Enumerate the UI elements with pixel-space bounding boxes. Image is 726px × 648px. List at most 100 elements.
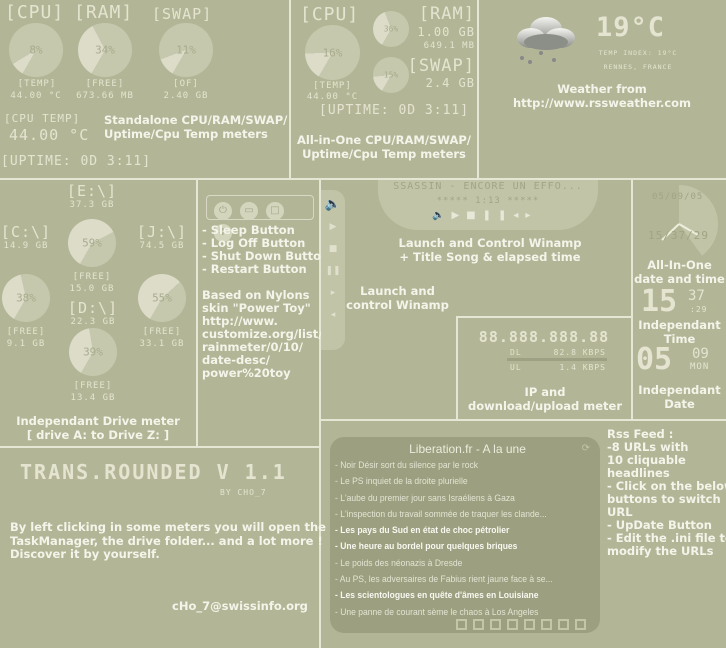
hour: 15 xyxy=(641,284,678,319)
temp-index: TEMP INDEX: 19°C xyxy=(598,49,678,57)
log-off-button[interactable]: ▭ xyxy=(240,202,258,220)
cpu-pie[interactable]: 8% xyxy=(9,23,63,77)
rss-reader: Liberation.fr - A la une ⟳ - Noir Désir … xyxy=(330,437,600,633)
time-readout: 15/37/29 xyxy=(648,229,709,242)
drive-pie[interactable]: 38% xyxy=(2,274,50,322)
free-value: 13.4 GB xyxy=(70,393,116,403)
drive-pie[interactable]: 39% xyxy=(69,328,117,376)
uptime: [UPTIME: 0D 3:11] xyxy=(1,154,152,169)
free-value: 33.1 GB xyxy=(139,339,185,349)
ram-total: 1.00 GB xyxy=(417,25,475,39)
temp-label: [TEMP] xyxy=(313,81,352,91)
clock-caption: All-In-One date and time xyxy=(634,258,725,286)
pause-icon[interactable]: ❚❚ xyxy=(483,210,514,221)
rss-headline[interactable]: - Le PS inquiet de la droite plurielle xyxy=(335,476,574,492)
drives-caption: Independant Drive meter[ drive A: to Dri… xyxy=(16,414,180,442)
volume-icon[interactable]: 🔈 xyxy=(321,194,345,216)
network-graph xyxy=(507,358,607,361)
song-title: SSASSIN - ENCORE UN EFFO... xyxy=(393,181,583,192)
rss-headline[interactable]: - L'inspection du travail sommée de traq… xyxy=(335,509,574,525)
drive-percent: 55% xyxy=(152,291,172,305)
prev-icon[interactable]: ◂ xyxy=(513,210,525,221)
rss-url-button[interactable] xyxy=(575,619,586,630)
sleep-button[interactable]: ⏻ xyxy=(214,202,232,220)
rss-headline[interactable]: - Les scientologues en quête d'âmes en L… xyxy=(335,590,574,606)
swap-pie[interactable]: 11% xyxy=(159,23,213,77)
of-value: 2.40 GB xyxy=(163,91,209,101)
about-text: By left clicking in some meters you will… xyxy=(10,520,326,561)
rss-title: Liberation.fr - A la une xyxy=(409,442,526,456)
swap-pie[interactable]: 15% xyxy=(373,57,409,93)
winamp-caption: Launch and Control Winamp + Title Song & … xyxy=(398,236,582,264)
author-email[interactable]: cHo_7@swissinfo.org xyxy=(172,599,308,613)
weekday: MON xyxy=(690,362,710,372)
minute: 37 xyxy=(688,288,705,304)
drive-percent: 59% xyxy=(82,236,102,250)
shut-down-button[interactable]: □ xyxy=(266,202,284,220)
rss-url-button[interactable] xyxy=(524,619,535,630)
ram-used: 649.1 MB xyxy=(423,41,475,51)
drive-size: 14.9 GB xyxy=(3,241,49,251)
divider xyxy=(0,446,320,448)
divider xyxy=(456,316,632,318)
ram-percent: 36% xyxy=(383,24,399,34)
cpu-label: [CPU] xyxy=(300,4,360,25)
prev-icon[interactable]: ◂ xyxy=(321,304,345,326)
next-icon[interactable]: ▸ xyxy=(321,282,345,304)
allinone-caption: All-in-One CPU/RAM/SWAP/Uptime/Cpu Temp … xyxy=(296,133,471,161)
update-icon[interactable]: ⟳ xyxy=(582,443,590,454)
rss-headline[interactable]: - Les pays du Sud en état de choc pétrol… xyxy=(335,525,574,541)
rss-headline[interactable]: - Le poids des néonazis à Dresde xyxy=(335,558,574,574)
drive-size: 22.3 GB xyxy=(70,317,116,327)
cpu-percent: 16% xyxy=(322,46,343,59)
second: :29 xyxy=(690,305,708,314)
rss-headline[interactable]: - Une heure au bordel pour quelques briq… xyxy=(335,541,574,557)
free-label: [FREE] xyxy=(73,381,113,391)
divider xyxy=(0,178,726,180)
swap-percent: 11% xyxy=(176,43,196,57)
power-button-bar: ⏻ ▭ □✲ xyxy=(206,195,314,242)
rss-url-button[interactable] xyxy=(456,619,467,630)
rss-info-line: modify the URLs xyxy=(607,544,714,558)
rss-headline[interactable]: - Au PS, les adversaires de Fabius rient… xyxy=(335,574,574,590)
swap-percent: 15% xyxy=(383,70,399,80)
next-icon[interactable]: ▸ xyxy=(525,210,537,221)
rss-info: Rss Feed : -8 URLs with 10 cliquable headli… xyxy=(607,428,726,558)
rss-url-button[interactable] xyxy=(541,619,552,630)
play-icon[interactable]: ▶ xyxy=(451,210,466,221)
divider xyxy=(320,419,726,421)
temp-value: 44.00 °C xyxy=(10,91,62,101)
power-credits: Based on Nylons skin "Power Toy" http://ww… xyxy=(202,288,323,380)
ram-pie[interactable]: 36% xyxy=(373,11,409,47)
free-value: 673.66 MB xyxy=(76,91,134,101)
dl-label: DL xyxy=(510,348,522,357)
free-label: [FREE] xyxy=(142,327,182,337)
volume-icon[interactable]: 🔈 xyxy=(432,210,451,221)
ip-address: 88.888.888.88 xyxy=(478,328,610,346)
drive-percent: 38% xyxy=(16,291,36,305)
player-controls: 🔈▶■❚❚◂▸ xyxy=(432,210,537,221)
drive-percent: 39% xyxy=(83,345,103,359)
swap-label: [SWAP] xyxy=(407,56,475,76)
ram-label: [RAM] xyxy=(74,2,134,23)
drive-label: [J:\] xyxy=(136,223,188,241)
rss-url-button[interactable] xyxy=(507,619,518,630)
cpu-temp-label: [CPU TEMP] xyxy=(4,112,81,125)
rss-url-button[interactable] xyxy=(473,619,484,630)
ram-pie[interactable]: 34% xyxy=(78,23,132,77)
stop-icon[interactable]: ■ xyxy=(466,210,482,221)
ul-value: 1.4 KBPS xyxy=(559,363,606,372)
temp-label: [TEMP] xyxy=(17,79,57,89)
elapsed-time: ***** 1:13 ***** xyxy=(436,196,540,206)
play-icon[interactable]: ▶ xyxy=(321,216,345,238)
rss-headline[interactable]: - L'aube du premier jour sans Israéliens… xyxy=(335,493,574,509)
drive-label: [E:\] xyxy=(66,182,118,200)
rss-url-button[interactable] xyxy=(490,619,501,630)
drive-label: [C:\] xyxy=(0,223,52,241)
cpu-pie[interactable]: 16% xyxy=(305,25,360,80)
rss-url-button[interactable] xyxy=(558,619,569,630)
month: 09 xyxy=(692,346,709,362)
drive-pie[interactable]: 59% xyxy=(68,219,116,267)
rss-headline[interactable]: - Noir Désir sort du silence par le rock xyxy=(335,460,574,476)
drive-pie[interactable]: 55% xyxy=(138,274,186,322)
